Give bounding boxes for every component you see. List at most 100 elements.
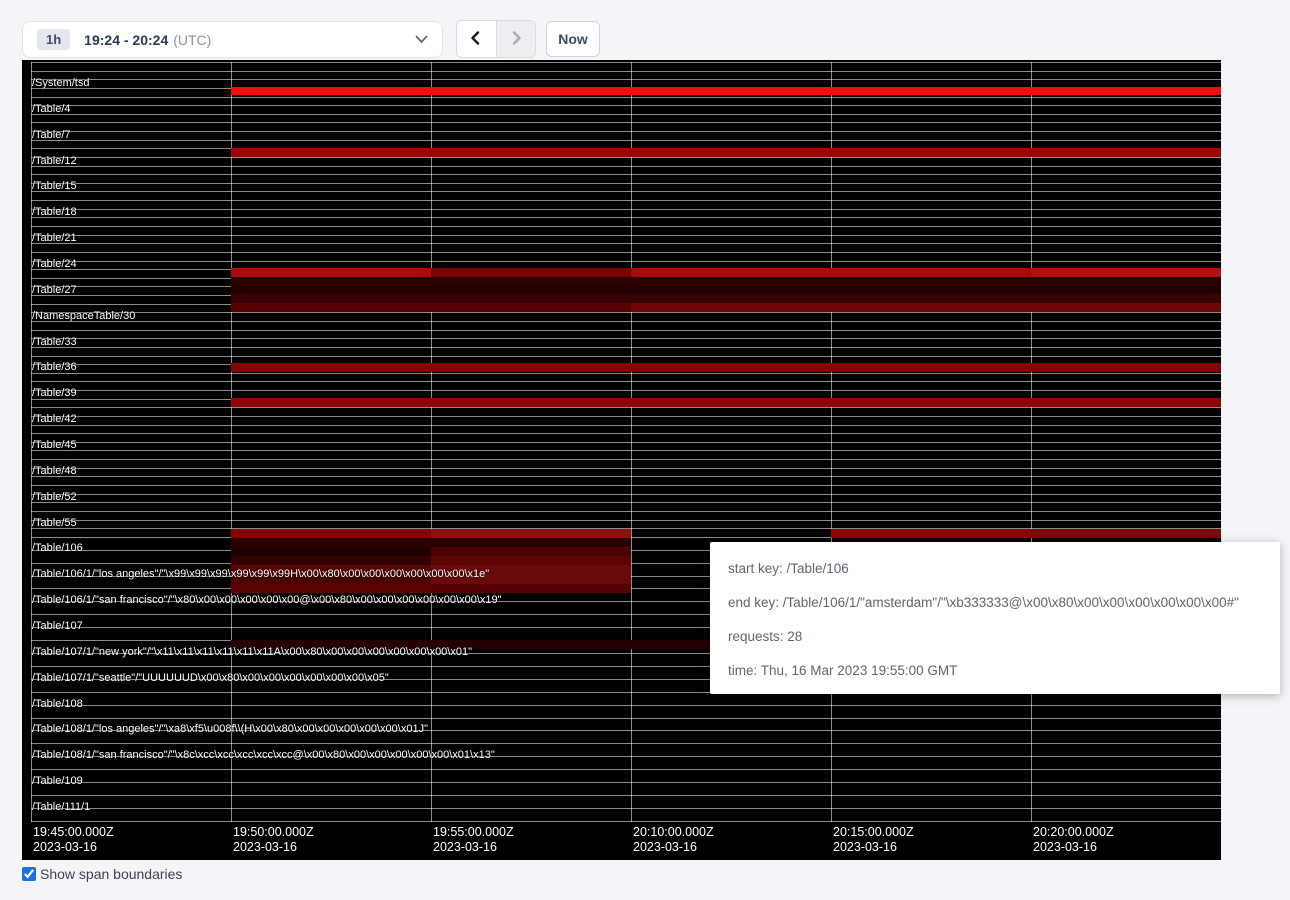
span-boundary-line	[31, 330, 1221, 331]
span-boundary-line	[31, 373, 1221, 374]
span-label: /Table/52	[32, 491, 77, 503]
time-axis-date: 2023-03-16	[633, 840, 714, 855]
span-boundary-line	[31, 782, 1221, 783]
heat-band	[431, 584, 631, 593]
span-label: /Table/108/1/"los angeles"/"\xa8\xf5\u00…	[32, 723, 428, 735]
heat-band	[631, 303, 1221, 312]
span-boundary-line	[31, 442, 1221, 443]
span-boundary-line	[31, 407, 1221, 408]
span-boundary-line	[31, 166, 1221, 167]
span-boundary-line	[31, 157, 1221, 158]
time-axis-label: 19:55:00.000Z2023-03-16	[433, 825, 514, 855]
heat-band	[431, 529, 631, 538]
heat-band	[1031, 529, 1221, 538]
span-boundary-line	[31, 338, 1221, 339]
span-boundary-line	[31, 312, 1221, 313]
span-label: /Table/42	[32, 413, 77, 425]
chevron-left-icon	[468, 30, 484, 49]
time-axis-date: 2023-03-16	[33, 840, 114, 855]
time-axis-label: 20:10:00.000Z2023-03-16	[633, 825, 714, 855]
span-label: /System/tsd	[32, 77, 89, 89]
heat-band	[231, 529, 431, 538]
time-range-timezone: (UTC)	[173, 32, 211, 48]
span-boundary-line	[31, 105, 1221, 106]
span-boundary-line	[31, 769, 1221, 770]
heat-band	[631, 268, 831, 277]
time-bucket-line	[1031, 62, 1032, 822]
span-boundary-line	[31, 795, 1221, 796]
time-range-picker[interactable]: 1h 19:24 - 20:24 (UTC)	[22, 21, 443, 58]
tooltip-line: time: Thu, 16 Mar 2023 19:55:00 GMT	[728, 654, 1280, 688]
key-visualizer-canvas[interactable]: /System/tsd/Table/4/Table/7/Table/12/Tab…	[22, 60, 1221, 860]
span-label: /Table/24	[32, 258, 77, 270]
toolbar: 1h 19:24 - 20:24 (UTC) Now	[0, 0, 1290, 60]
span-label: /NamespaceTable/30	[32, 310, 135, 322]
heat-band	[831, 529, 1031, 538]
span-label: /Table/106/1/"los angeles"/"\x99\x99\x99…	[32, 568, 489, 580]
span-label: /Table/45	[32, 439, 77, 451]
heat-band	[231, 285, 1221, 294]
span-boundary-line	[31, 235, 1221, 236]
span-label: /Table/12	[32, 155, 77, 167]
span-boundary-line	[31, 209, 1221, 210]
heat-band	[231, 294, 1221, 303]
now-button[interactable]: Now	[546, 21, 600, 57]
span-boundary-line	[31, 62, 1221, 63]
span-boundary-line	[31, 821, 1221, 822]
span-boundary-line	[31, 476, 1221, 477]
time-bucket-line	[431, 62, 432, 822]
show-span-boundaries-label: Show span boundaries	[40, 866, 182, 882]
span-label: /Table/106/1/"san francisco"/"\x80\x00\x…	[32, 594, 502, 606]
span-boundary-line	[31, 502, 1221, 503]
tooltip-line: start key: /Table/106	[728, 552, 1280, 586]
span-boundary-line	[31, 356, 1221, 357]
chevron-right-icon	[508, 30, 524, 49]
time-bucket-line	[831, 62, 832, 822]
heat-band	[831, 268, 1031, 277]
show-span-boundaries-checkbox[interactable]	[22, 867, 36, 881]
tooltip-line: end key: /Table/106/1/"amsterdam"/"\xb33…	[728, 586, 1280, 620]
previous-interval-button[interactable]	[457, 21, 496, 57]
time-pager	[456, 20, 536, 58]
span-label: /Table/15	[32, 180, 77, 192]
span-boundary-line	[31, 425, 1221, 426]
span-boundary-line	[31, 200, 1221, 201]
time-range-text: 19:24 - 20:24	[84, 32, 168, 48]
span-boundary-line	[31, 468, 1221, 469]
span-boundary-line	[31, 183, 1221, 184]
span-boundary-line	[31, 79, 1221, 80]
show-span-boundaries-toggle[interactable]: Show span boundaries	[22, 866, 182, 882]
span-label: /Table/107/1/"new york"/"\x11\x11\x11\x1…	[32, 646, 472, 658]
heat-band	[231, 584, 431, 593]
heat-band	[231, 556, 431, 565]
span-boundary-line	[31, 140, 1221, 141]
heat-band	[231, 268, 431, 277]
span-boundary-line	[31, 252, 1221, 253]
span-boundary-line	[31, 226, 1221, 227]
span-label: /Table/48	[32, 465, 77, 477]
span-tooltip: start key: /Table/106end key: /Table/106…	[710, 542, 1280, 694]
heat-band	[431, 268, 631, 277]
span-boundary-line	[31, 450, 1221, 451]
span-boundary-line	[31, 520, 1221, 521]
time-axis-date: 2023-03-16	[833, 840, 914, 855]
next-interval-button[interactable]	[496, 21, 535, 57]
heat-band	[231, 363, 1221, 372]
span-boundary-line	[31, 217, 1221, 218]
span-boundary-line	[31, 243, 1221, 244]
span-boundary-line	[31, 433, 1221, 434]
span-boundary-line	[31, 390, 1221, 391]
span-boundary-line	[31, 321, 1221, 322]
span-boundary-line	[31, 494, 1221, 495]
span-boundary-line	[31, 416, 1221, 417]
span-label: /Table/106	[32, 542, 83, 554]
span-label: /Table/39	[32, 387, 77, 399]
span-label: /Table/27	[32, 284, 77, 296]
heat-band	[231, 303, 631, 312]
time-axis-date: 2023-03-16	[433, 840, 514, 855]
span-label: /Table/4	[32, 103, 71, 115]
heat-band	[231, 547, 431, 556]
span-boundary-line	[31, 485, 1221, 486]
time-axis-label: 20:15:00.000Z2023-03-16	[833, 825, 914, 855]
span-label: /Table/36	[32, 361, 77, 373]
